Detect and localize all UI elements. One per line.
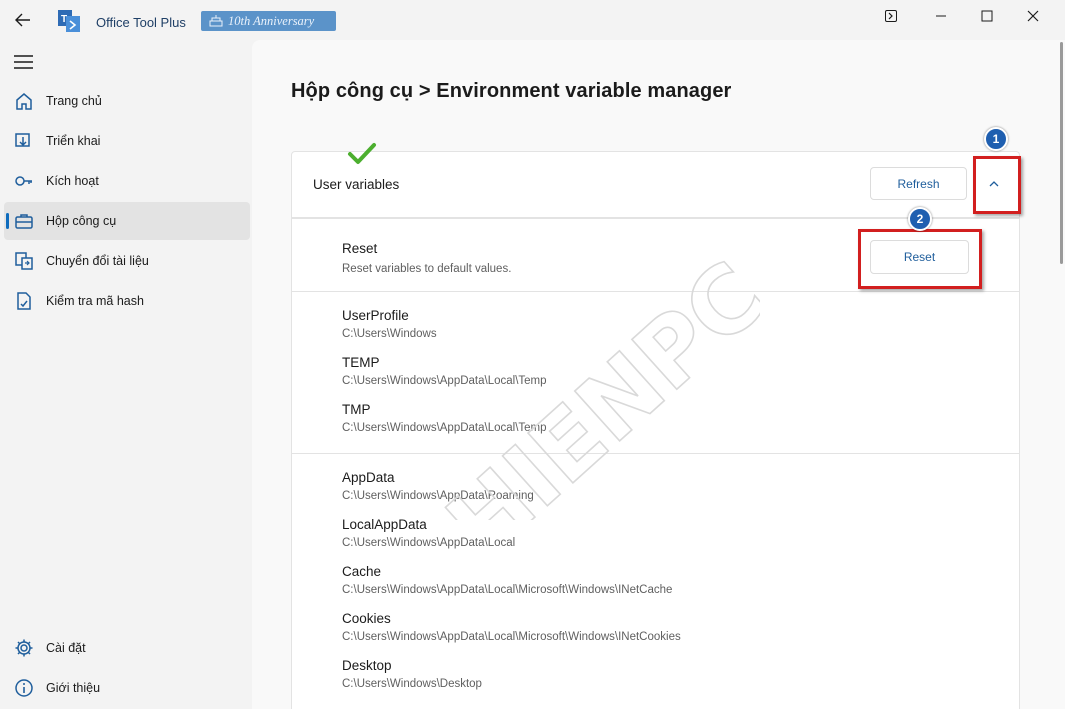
svg-text:T: T (61, 14, 67, 25)
variable-name: TEMP (342, 355, 380, 370)
app-title: Office Tool Plus (96, 15, 186, 30)
compact-overlay-button[interactable] (868, 4, 914, 28)
step-badge-1: 1 (984, 127, 1008, 151)
close-icon (1027, 10, 1039, 22)
anniversary-badge: 10th Anniversary (201, 11, 336, 31)
office-tool-plus-logo: T (58, 10, 80, 32)
variable-value: C:\Users\Windows\AppData\Local\Temp (342, 375, 547, 387)
sidebar-item-label: Hộp công cụ (46, 214, 117, 228)
title-bar: T Office Tool Plus 10th Anniversary (0, 0, 1065, 40)
back-button[interactable] (10, 8, 36, 32)
section-label: User variables (313, 177, 400, 192)
sidebar-item-label: Triển khai (46, 134, 101, 148)
sidebar-item-label: Cài đặt (46, 641, 86, 655)
sidebar-item-deploy[interactable]: Triển khai (4, 122, 250, 160)
vertical-scrollbar[interactable] (1059, 40, 1065, 709)
close-button[interactable] (1010, 4, 1056, 28)
sidebar-item-label: Kiểm tra mã hash (46, 294, 144, 308)
reset-title: Reset (342, 241, 378, 256)
list-item: TMP C:\Users\Windows\AppData\Local\Temp (342, 402, 547, 434)
variable-value: C:\Users\Windows\AppData\Local\Microsoft… (342, 584, 673, 596)
sidebar-item-settings[interactable]: Cài đặt (4, 629, 250, 667)
variable-name: AppData (342, 470, 395, 485)
variable-value: C:\Users\Windows\AppData\Roaming (342, 490, 534, 502)
sidebar-item-toolbox[interactable]: Hộp công cụ (4, 202, 250, 240)
menu-toggle-button[interactable] (13, 54, 35, 70)
minimize-button[interactable] (918, 4, 964, 28)
variable-value: C:\Users\Windows (342, 328, 437, 340)
toolbox-icon (15, 214, 33, 229)
picture-in-picture-icon (885, 10, 897, 22)
variable-name: UserProfile (342, 308, 409, 323)
list-item: LocalAppData C:\Users\Windows\AppData\Lo… (342, 517, 515, 549)
list-item: Cookies C:\Users\Windows\AppData\Local\M… (342, 611, 681, 643)
user-variables-header: User variables Refresh (291, 151, 1020, 218)
maximize-icon (981, 10, 993, 22)
sidebar-item-activation[interactable]: Kích hoạt (4, 162, 250, 200)
convert-icon (15, 252, 33, 270)
maximize-button[interactable] (964, 4, 1010, 28)
variable-value: C:\Users\Windows\AppData\Local (342, 537, 516, 549)
hamburger-icon (14, 55, 33, 69)
variable-group: AppData C:\Users\Windows\AppData\Roaming… (291, 453, 1020, 709)
checkmark-icon (348, 143, 376, 164)
variable-group: UserProfile C:\Users\Windows TEMP C:\Use… (291, 291, 1020, 454)
sidebar-item-label: Chuyển đổi tài liệu (46, 254, 149, 268)
highlight-collapse-button (973, 156, 1021, 214)
highlight-reset-button (858, 229, 982, 289)
sidebar-item-about[interactable]: Giới thiệu (4, 669, 250, 707)
step-badge-2: 2 (908, 207, 932, 231)
cake-icon (209, 15, 223, 27)
anniversary-text: 10th Anniversary (228, 13, 315, 28)
variable-name: TMP (342, 402, 371, 417)
list-item: UserProfile C:\Users\Windows (342, 308, 437, 340)
arrow-left-icon (15, 13, 30, 27)
info-icon (15, 679, 33, 697)
sidebar-item-convert[interactable]: Chuyển đổi tài liệu (4, 242, 250, 280)
list-item: Desktop C:\Users\Windows\Desktop (342, 658, 482, 690)
list-item: Cache C:\Users\Windows\AppData\Local\Mic… (342, 564, 672, 596)
key-icon (15, 176, 32, 186)
refresh-button[interactable]: Refresh (870, 167, 967, 200)
list-item: TEMP C:\Users\Windows\AppData\Local\Temp (342, 355, 547, 387)
variable-value: C:\Users\Windows\AppData\Local\Microsoft… (342, 631, 681, 643)
main-content: Hộp công cụ > Environment variable manag… (252, 40, 1065, 709)
sidebar: Trang chủ Triển khai Kích hoạt Hộp công … (0, 40, 252, 709)
sidebar-item-label: Trang chủ (46, 94, 102, 108)
sidebar-item-label: Kích hoạt (46, 174, 99, 188)
page-title: Hộp công cụ > Environment variable manag… (291, 80, 732, 102)
variable-name: Cookies (342, 611, 391, 626)
hash-check-icon (17, 292, 31, 310)
gear-icon (15, 639, 33, 657)
minimize-icon (936, 15, 946, 17)
sidebar-item-hash-check[interactable]: Kiểm tra mã hash (4, 282, 250, 320)
variable-name: Cache (342, 564, 382, 579)
sidebar-item-home[interactable]: Trang chủ (4, 82, 250, 120)
variable-name: Desktop (342, 658, 392, 673)
deploy-icon (15, 133, 30, 147)
scrollbar-thumb[interactable] (1060, 42, 1063, 264)
sidebar-item-label: Giới thiệu (46, 681, 101, 695)
home-icon (16, 93, 32, 110)
list-item: AppData C:\Users\Windows\AppData\Roaming (342, 470, 534, 502)
active-indicator (6, 213, 9, 229)
reset-description: Reset variables to default values. (342, 263, 512, 275)
variable-name: LocalAppData (342, 517, 427, 532)
variable-value: C:\Users\Windows\Desktop (342, 678, 482, 690)
variable-value: C:\Users\Windows\AppData\Local\Temp (342, 422, 547, 434)
